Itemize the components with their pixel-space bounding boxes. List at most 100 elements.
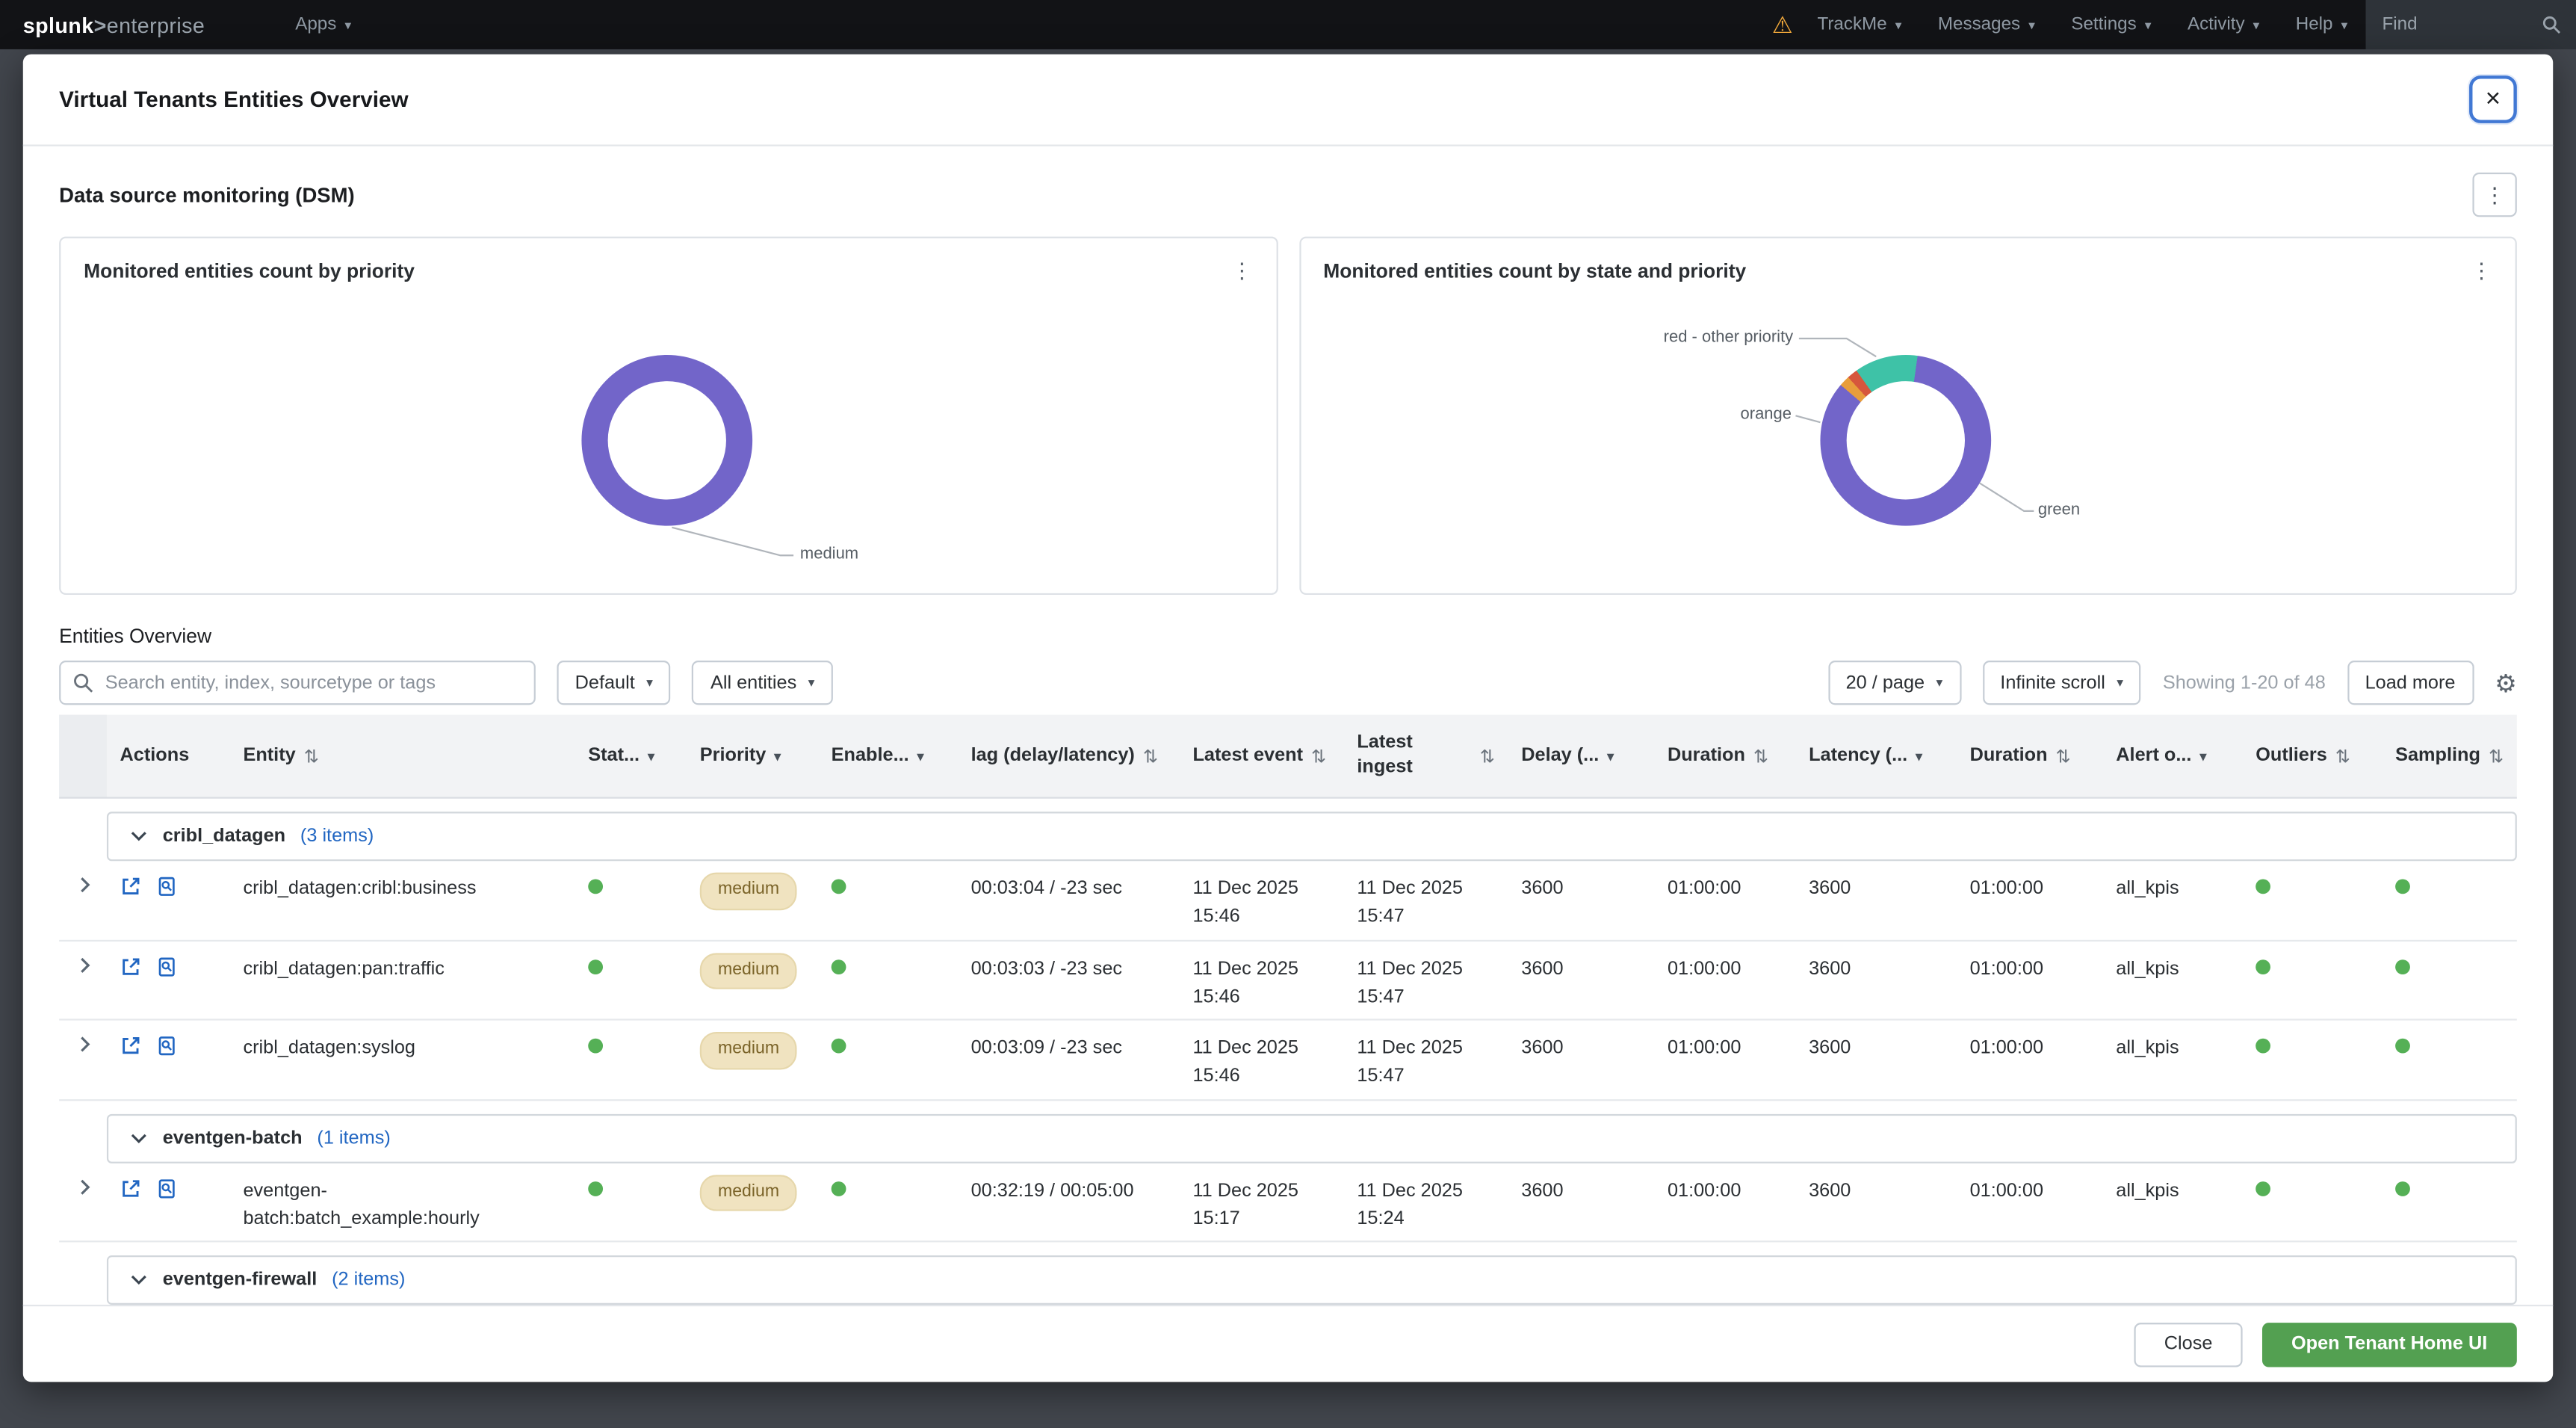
open-tenant-home-button[interactable]: Open Tenant Home UI bbox=[2261, 1322, 2516, 1366]
page-size-dropdown[interactable]: 20 / page▾ bbox=[1827, 661, 1960, 705]
dsm-kebab-menu-button[interactable]: ⋮ bbox=[2472, 173, 2516, 217]
group-count-link[interactable]: (1 items) bbox=[317, 1128, 390, 1148]
enabled-dot bbox=[832, 959, 846, 974]
modal-header: Virtual Tenants Entities Overview × bbox=[23, 55, 2553, 146]
column-header-alert[interactable]: Alert o...▾ bbox=[2103, 715, 2243, 797]
expand-row-chevron-icon[interactable] bbox=[59, 861, 107, 939]
inspect-entity-icon[interactable] bbox=[156, 1178, 178, 1209]
load-more-button[interactable]: Load more bbox=[2347, 661, 2473, 705]
group-name: eventgen-firewall bbox=[163, 1270, 318, 1290]
donut-chart-priority[interactable] bbox=[581, 355, 752, 526]
donut-chart-state-priority[interactable] bbox=[1819, 355, 1990, 526]
group-header[interactable]: cribl_datagen(3 items) bbox=[107, 812, 2517, 861]
duration-value: 01:00:00 bbox=[1654, 941, 1795, 1019]
chart-label-green: green bbox=[2038, 501, 2080, 519]
status-dot bbox=[588, 959, 603, 974]
outliers-dot bbox=[2255, 1181, 2270, 1196]
nav-right: ⚠ TrackMe▾ Messages▾ Settings▾ Activity▾… bbox=[1772, 0, 2576, 49]
column-header-duration[interactable]: Duration⇅ bbox=[1654, 715, 1795, 797]
enabled-cell bbox=[818, 1021, 958, 1098]
priority-cell: medium bbox=[687, 1021, 818, 1098]
nav-activity-menu[interactable]: Activity▾ bbox=[2170, 0, 2278, 49]
inspect-entity-icon[interactable] bbox=[156, 956, 178, 987]
expand-row-chevron-icon[interactable] bbox=[59, 1163, 107, 1240]
entity-group-eventgen-batch: eventgen-batch(1 items)eventgen-batch:ba… bbox=[59, 1113, 2517, 1243]
column-header-enabled[interactable]: Enable...▾ bbox=[818, 715, 958, 797]
search-input[interactable] bbox=[59, 661, 536, 705]
inspect-entity-icon[interactable] bbox=[156, 876, 178, 907]
open-external-icon[interactable] bbox=[120, 1178, 142, 1209]
close-button[interactable]: × bbox=[2469, 75, 2517, 123]
sampling-cell bbox=[2383, 941, 2517, 1019]
group-header[interactable]: eventgen-firewall (2 items) bbox=[107, 1255, 2517, 1305]
alert-value: all_kpis bbox=[2103, 1163, 2243, 1240]
sampling-cell bbox=[2383, 861, 2517, 939]
column-header-latest_ingest[interactable]: Latest ingest⇅ bbox=[1344, 715, 1508, 797]
group-count-link[interactable]: (2 items) bbox=[332, 1270, 405, 1290]
lag-value: 00:03:03 / -23 sec bbox=[958, 941, 1180, 1019]
filter-caret-icon: ▾ bbox=[2199, 749, 2206, 764]
expand-row-chevron-icon[interactable] bbox=[59, 1021, 107, 1098]
find-search[interactable] bbox=[2366, 0, 2576, 49]
column-header-sampling[interactable]: Sampling⇅ bbox=[2383, 715, 2517, 797]
chevron-down-icon: ▾ bbox=[2253, 17, 2260, 32]
close-footer-button[interactable]: Close bbox=[2134, 1322, 2242, 1366]
column-header-priority[interactable]: Priority▾ bbox=[687, 715, 818, 797]
nav-settings-menu[interactable]: Settings▾ bbox=[2053, 0, 2170, 49]
column-header-status[interactable]: Stat...▾ bbox=[575, 715, 687, 797]
duration-value: 01:00:00 bbox=[1654, 861, 1795, 939]
panel-kebab-menu-button[interactable]: ⋮ bbox=[2464, 255, 2498, 288]
enabled-cell bbox=[818, 861, 958, 939]
open-external-icon[interactable] bbox=[120, 1035, 142, 1066]
column-header-duration2[interactable]: Duration⇅ bbox=[1957, 715, 2103, 797]
default-view-dropdown[interactable]: Default▾ bbox=[557, 661, 671, 705]
nav-apps-menu[interactable]: Apps▾ bbox=[277, 0, 369, 49]
column-header-delay[interactable]: Delay (...▾ bbox=[1508, 715, 1655, 797]
chart-label-red-other-priority: red - other priority bbox=[1544, 329, 1793, 347]
table-header-row: ActionsEntity⇅Stat...▾Priority▾Enable...… bbox=[59, 715, 2517, 799]
latest-event-value: 11 Dec 2025 15:17 bbox=[1180, 1163, 1344, 1240]
inspect-entity-icon[interactable] bbox=[156, 1035, 178, 1066]
status-dot bbox=[588, 1039, 603, 1054]
column-header-actions: Actions bbox=[107, 715, 230, 797]
chevron-down-icon[interactable] bbox=[130, 1265, 148, 1295]
latest-ingest-value: 11 Dec 2025 15:47 bbox=[1344, 941, 1508, 1019]
sampling-cell bbox=[2383, 1163, 2517, 1240]
column-header-latency[interactable]: Latency (...▾ bbox=[1795, 715, 1957, 797]
sort-icon: ⇅ bbox=[2335, 745, 2350, 767]
nav-messages-menu[interactable]: Messages▾ bbox=[1920, 0, 2053, 49]
panel-kebab-menu-button[interactable]: ⋮ bbox=[1224, 255, 1259, 288]
group-header[interactable]: eventgen-batch(1 items) bbox=[107, 1113, 2517, 1163]
column-header-latest_event[interactable]: Latest event⇅ bbox=[1180, 715, 1344, 797]
chevron-down-icon[interactable] bbox=[130, 1123, 148, 1153]
nav-help-menu[interactable]: Help▾ bbox=[2278, 0, 2366, 49]
sampling-dot bbox=[2395, 1039, 2410, 1054]
all-entities-dropdown[interactable]: All entities▾ bbox=[693, 661, 833, 705]
table-row: eventgen-batch:batch_example:hourlymediu… bbox=[59, 1163, 2517, 1243]
gear-icon[interactable]: ⚙ bbox=[2495, 668, 2517, 698]
sort-icon: ⇅ bbox=[2489, 745, 2504, 767]
column-header-entity[interactable]: Entity⇅ bbox=[230, 715, 575, 797]
priority-cell: medium bbox=[687, 861, 818, 939]
warning-icon[interactable]: ⚠ bbox=[1772, 10, 1793, 38]
column-header-lag[interactable]: lag (delay/latency)⇅ bbox=[958, 715, 1180, 797]
modal-overlay: Virtual Tenants Entities Overview × Data… bbox=[0, 49, 2576, 1428]
chevron-down-icon: ▾ bbox=[2028, 17, 2035, 32]
row-actions bbox=[107, 941, 230, 1019]
delay-value: 3600 bbox=[1508, 1163, 1655, 1240]
latency-value: 3600 bbox=[1795, 941, 1957, 1019]
open-external-icon[interactable] bbox=[120, 956, 142, 987]
splunk-logo[interactable]: splunk>enterprise bbox=[23, 12, 205, 37]
open-external-icon[interactable] bbox=[120, 876, 142, 907]
chevron-down-icon[interactable] bbox=[130, 821, 148, 851]
expand-row-chevron-icon[interactable] bbox=[59, 941, 107, 1019]
enabled-dot bbox=[832, 1039, 846, 1054]
nav-trackme-menu[interactable]: TrackMe▾ bbox=[1799, 0, 1919, 49]
outliers-dot bbox=[2255, 879, 2270, 894]
chevron-down-icon: ▾ bbox=[2145, 17, 2152, 32]
chevron-down-icon: ▾ bbox=[808, 676, 815, 690]
scroll-mode-dropdown[interactable]: Infinite scroll▾ bbox=[1982, 661, 2141, 705]
filter-caret-icon: ▾ bbox=[1607, 749, 1614, 764]
column-header-outliers[interactable]: Outliers⇅ bbox=[2243, 715, 2383, 797]
group-count-link[interactable]: (3 items) bbox=[300, 826, 374, 846]
